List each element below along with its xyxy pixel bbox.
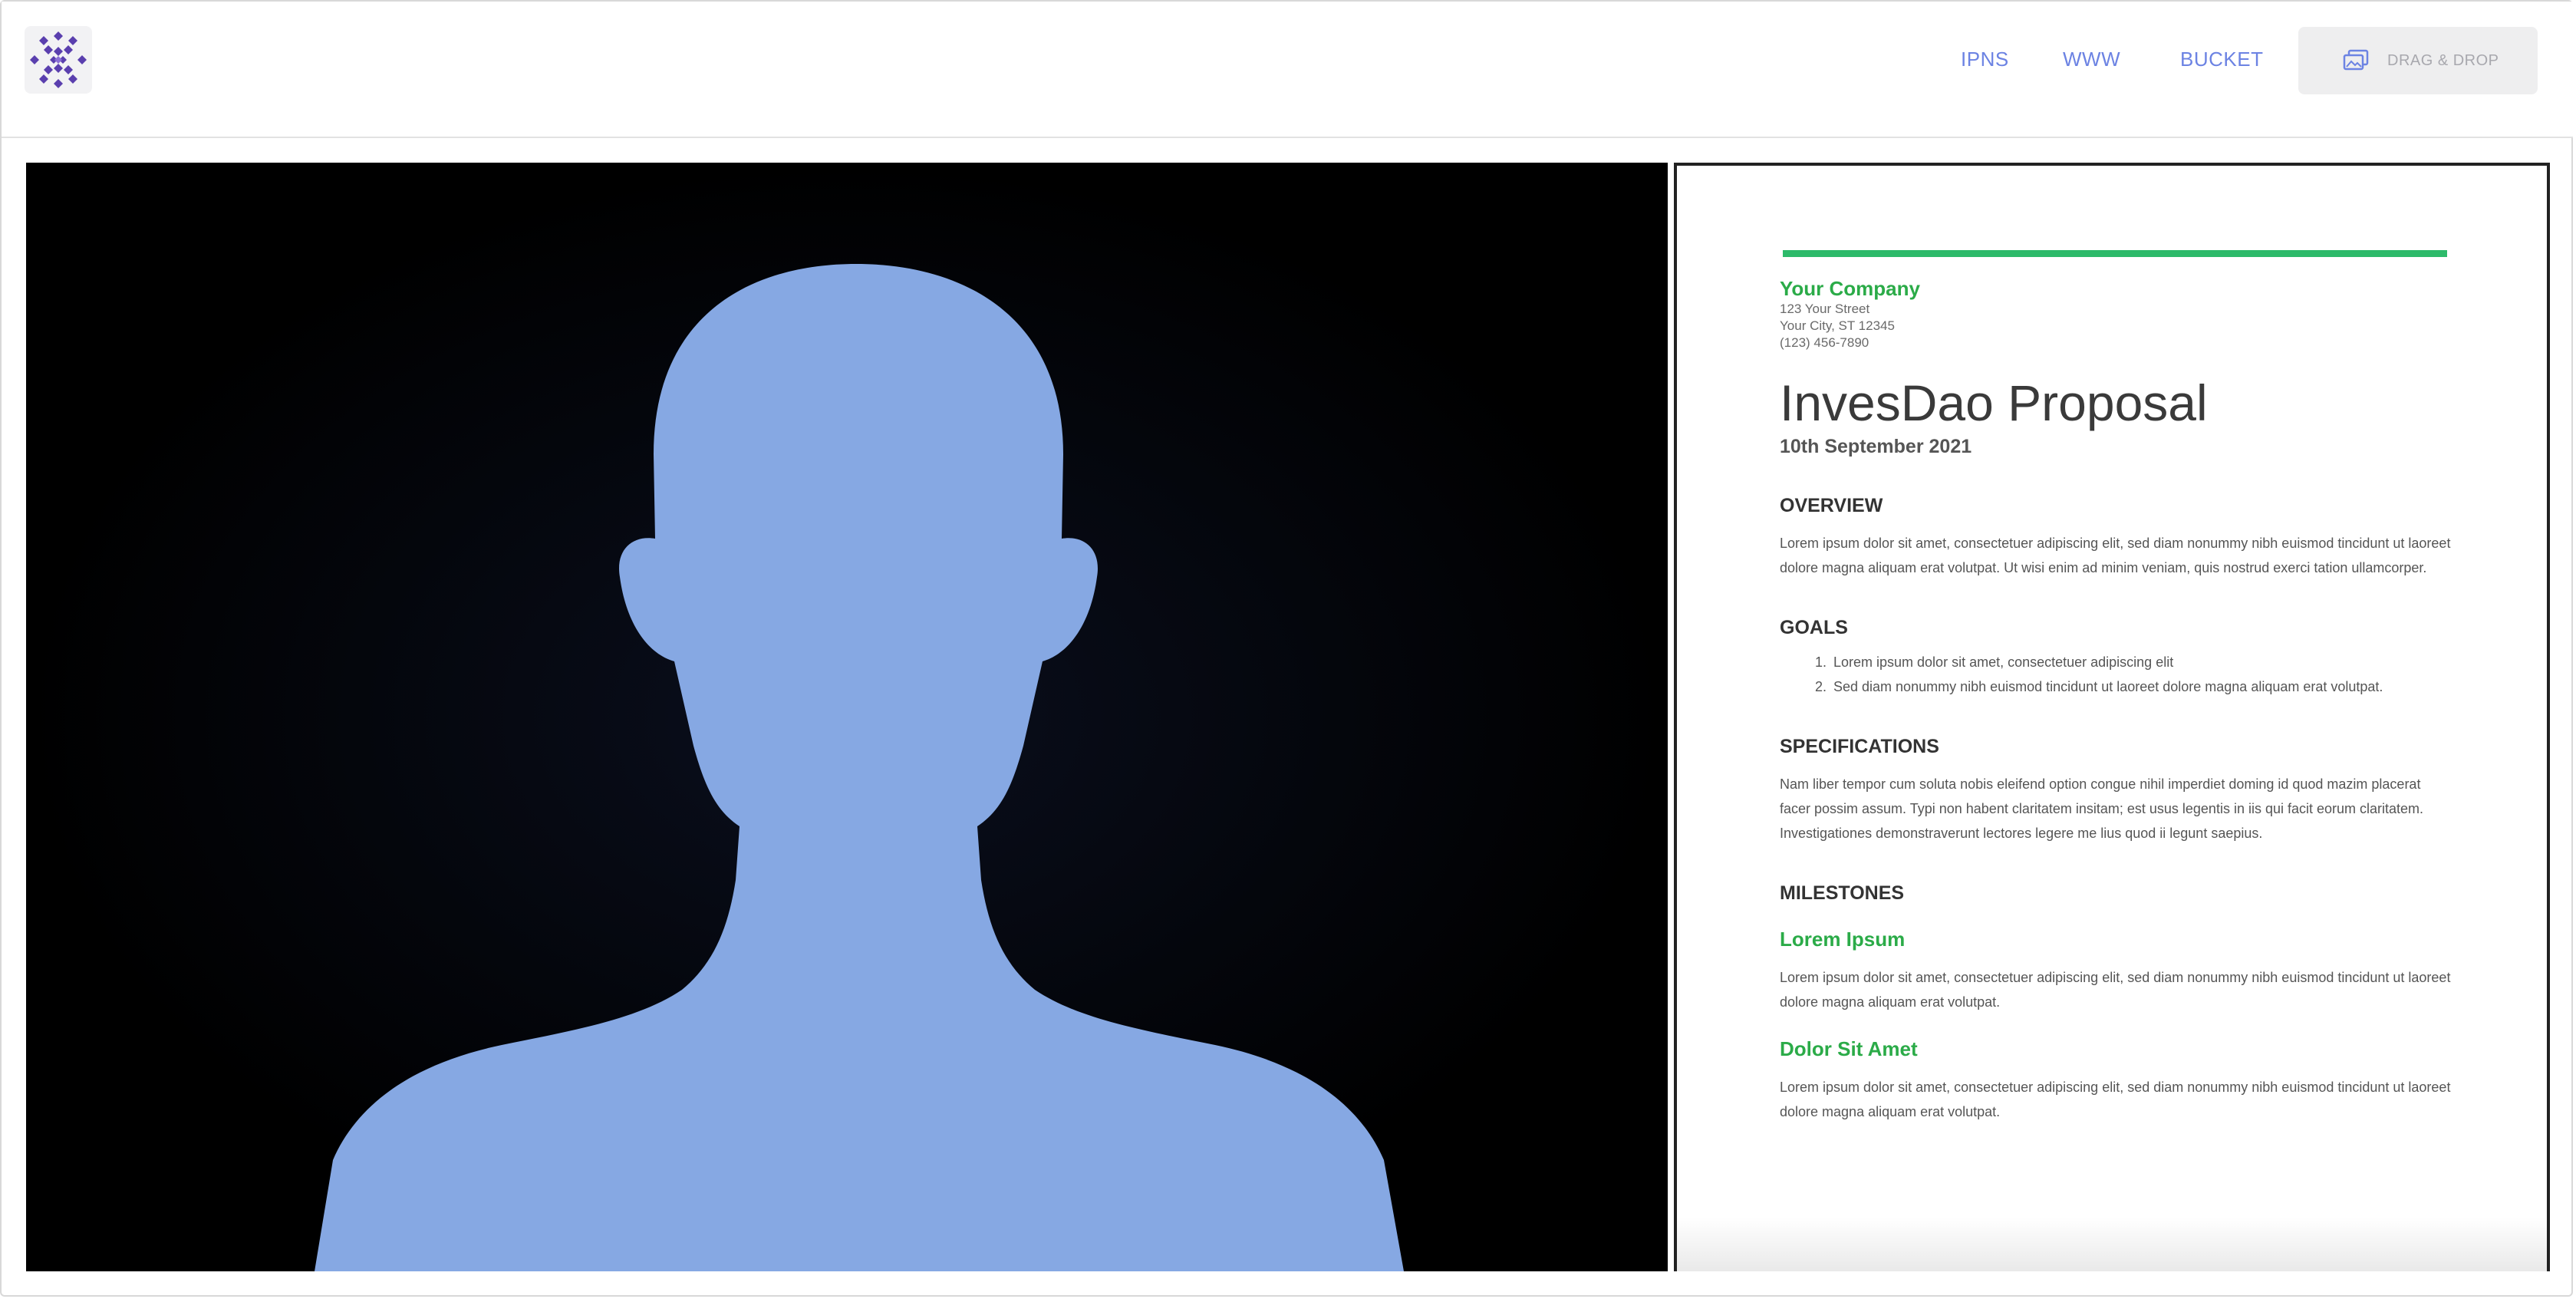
proposal-document: Your Company 123 Your Street Your City, … <box>1780 250 2452 1124</box>
milestone-text: Lorem ipsum dolor sit amet, consectetuer… <box>1780 970 2451 1010</box>
section-heading: OVERVIEW <box>1780 495 1883 516</box>
nav-bucket-link[interactable]: BUCKET <box>2180 48 2263 71</box>
person-silhouette-image <box>26 163 1668 1271</box>
nav-ipns-link[interactable]: IPNS <box>1961 48 2009 71</box>
section-text: Nam liber tempor cum soluta nobis eleife… <box>1780 776 2424 841</box>
drag-drop-label: DRAG & DROP <box>2387 51 2499 69</box>
section-heading: GOALS <box>1780 617 1848 638</box>
accent-bar <box>1783 250 2447 257</box>
document-title: InvesDao Proposal <box>1780 374 2208 431</box>
address-line: (123) 456-7890 <box>1780 335 1869 350</box>
section-heading: MILESTONES <box>1780 882 1905 904</box>
section-heading: SPECIFICATIONS <box>1780 736 1939 757</box>
document-date: 10th September 2021 <box>1780 436 1972 457</box>
images-icon <box>2343 49 2369 71</box>
address-line: Your City, ST 12345 <box>1780 318 1895 333</box>
app-logo[interactable] <box>25 26 92 94</box>
address-line: 123 Your Street <box>1780 302 1870 316</box>
logo-icon <box>30 31 87 88</box>
list-item: Lorem ipsum dolor sit amet, consectetuer… <box>1830 650 2452 674</box>
page-fade <box>1677 1218 2547 1271</box>
image-preview[interactable] <box>26 163 1668 1271</box>
section-text: Lorem ipsum dolor sit amet, consectetuer… <box>1780 536 2451 575</box>
document-preview[interactable]: Your Company 123 Your Street Your City, … <box>1674 163 2550 1271</box>
milestone-text: Lorem ipsum dolor sit amet, consectetuer… <box>1780 1080 2451 1119</box>
milestone-title: Dolor Sit Amet <box>1780 1037 1918 1060</box>
milestone-title: Lorem Ipsum <box>1780 928 1906 951</box>
drag-drop-button[interactable]: DRAG & DROP <box>2298 27 2538 94</box>
company-name: Your Company <box>1780 277 1920 300</box>
nav-www-link[interactable]: WWW <box>2063 48 2120 71</box>
list-item: Sed diam nonummy nibh euismod tincidunt … <box>1830 674 2452 699</box>
goals-list: Lorem ipsum dolor sit amet, consectetuer… <box>1780 650 2452 699</box>
top-bar: IPNS WWW BUCKET DRAG & DROP <box>2 2 2573 138</box>
